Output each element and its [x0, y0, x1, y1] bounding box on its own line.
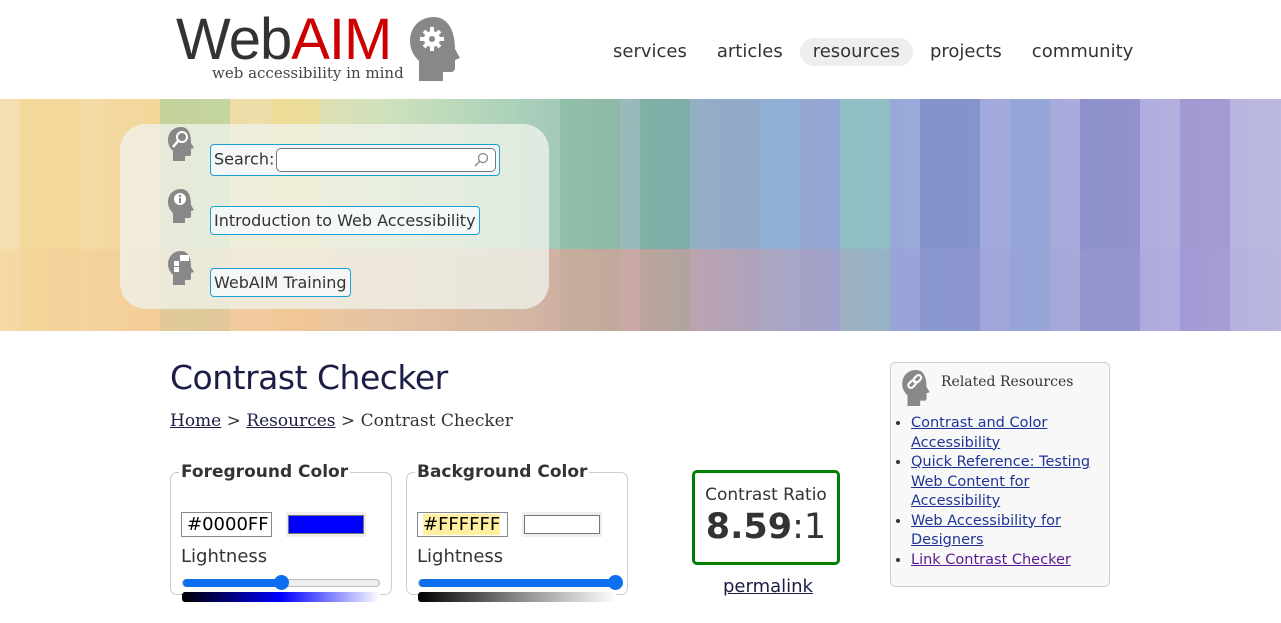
search-input[interactable]: [276, 148, 497, 172]
nav-resources[interactable]: resources: [799, 38, 913, 66]
training-head-icon: [168, 251, 194, 285]
breadcrumb-current: Contrast Checker: [360, 411, 513, 431]
webaim-logo[interactable]: WebAIM web accessibility in mind: [176, 10, 466, 88]
list-item: Contrast and Color Accessibility: [911, 414, 1101, 453]
related-link[interactable]: Web Accessibility for Designers: [911, 513, 1061, 549]
foreground-swatch: [288, 515, 364, 534]
related-link[interactable]: Quick Reference: Testing Web Content for…: [911, 454, 1090, 509]
nav-community[interactable]: community: [1019, 38, 1147, 66]
foreground-legend: Foreground Color: [181, 462, 349, 482]
background-swatch: [524, 515, 600, 534]
foreground-lightness-label: Lightness: [181, 546, 268, 567]
main-nav: services articles resources projects com…: [600, 38, 1146, 66]
search-label: Search:: [214, 149, 275, 169]
nav-services[interactable]: services: [600, 38, 700, 66]
nav-projects[interactable]: projects: [917, 38, 1015, 66]
permalink[interactable]: permalink: [723, 576, 813, 597]
related-title: Related Resources: [941, 374, 1074, 390]
logo-tagline: web accessibility in mind: [212, 64, 404, 82]
breadcrumb-separator: >: [226, 411, 241, 431]
breadcrumb-separator: >: [340, 411, 356, 431]
related-list: Contrast and Color Accessibility Quick R…: [911, 414, 1101, 570]
foreground-lightness-gradient: [182, 592, 380, 602]
intro-link[interactable]: Introduction to Web Accessibility: [210, 206, 480, 235]
foreground-color-picker[interactable]: [286, 512, 366, 537]
gear-head-icon: [410, 17, 460, 81]
nav-articles[interactable]: articles: [704, 38, 796, 66]
background-color-group: Background Color #FFFFFF Lightness: [406, 462, 628, 602]
search-form: Search:: [210, 144, 501, 176]
contrast-ratio-value: 8.59:1: [705, 507, 827, 547]
background-hex-input[interactable]: #FFFFFF: [417, 512, 508, 537]
list-item: Link Contrast Checker: [911, 551, 1101, 571]
contrast-ratio-box: Contrast Ratio 8.59:1: [692, 470, 840, 565]
quick-links-panel: Search: Introduction to Web Accessibilit…: [120, 124, 549, 309]
info-head-icon: [168, 189, 194, 223]
related-link[interactable]: Contrast and Color Accessibility: [911, 415, 1047, 451]
search-icon[interactable]: [473, 152, 489, 168]
list-item: Quick Reference: Testing Web Content for…: [911, 453, 1101, 512]
logo-wordmark: WebAIM: [176, 7, 392, 72]
list-item: Web Accessibility for Designers: [911, 512, 1101, 551]
page-title: Contrast Checker: [170, 358, 448, 397]
slider-thumb[interactable]: [274, 575, 289, 590]
contrast-ratio-label: Contrast Ratio: [705, 485, 827, 505]
background-lightness-gradient: [418, 592, 616, 602]
background-color-picker[interactable]: [522, 512, 602, 537]
background-legend: Background Color: [417, 462, 588, 482]
site-header: WebAIM web accessibility in mind service…: [0, 0, 1281, 99]
breadcrumb-resources[interactable]: Resources: [246, 411, 335, 431]
slider-thumb[interactable]: [608, 575, 623, 590]
breadcrumb-home[interactable]: Home: [170, 411, 221, 431]
training-link[interactable]: WebAIM Training: [210, 268, 351, 297]
related-resources: Related Resources Contrast and Color Acc…: [890, 362, 1110, 587]
background-lightness-label: Lightness: [417, 546, 504, 567]
foreground-lightness-slider[interactable]: [182, 575, 380, 590]
foreground-color-group: Foreground Color #0000FF Lightness: [170, 462, 392, 602]
link-head-icon: [902, 370, 930, 406]
search-head-icon: [168, 127, 194, 161]
background-lightness-slider[interactable]: [418, 575, 623, 590]
foreground-hex-input[interactable]: #0000FF: [181, 512, 272, 537]
breadcrumb: Home > Resources > Contrast Checker: [170, 411, 513, 431]
related-link[interactable]: Link Contrast Checker: [911, 552, 1071, 568]
